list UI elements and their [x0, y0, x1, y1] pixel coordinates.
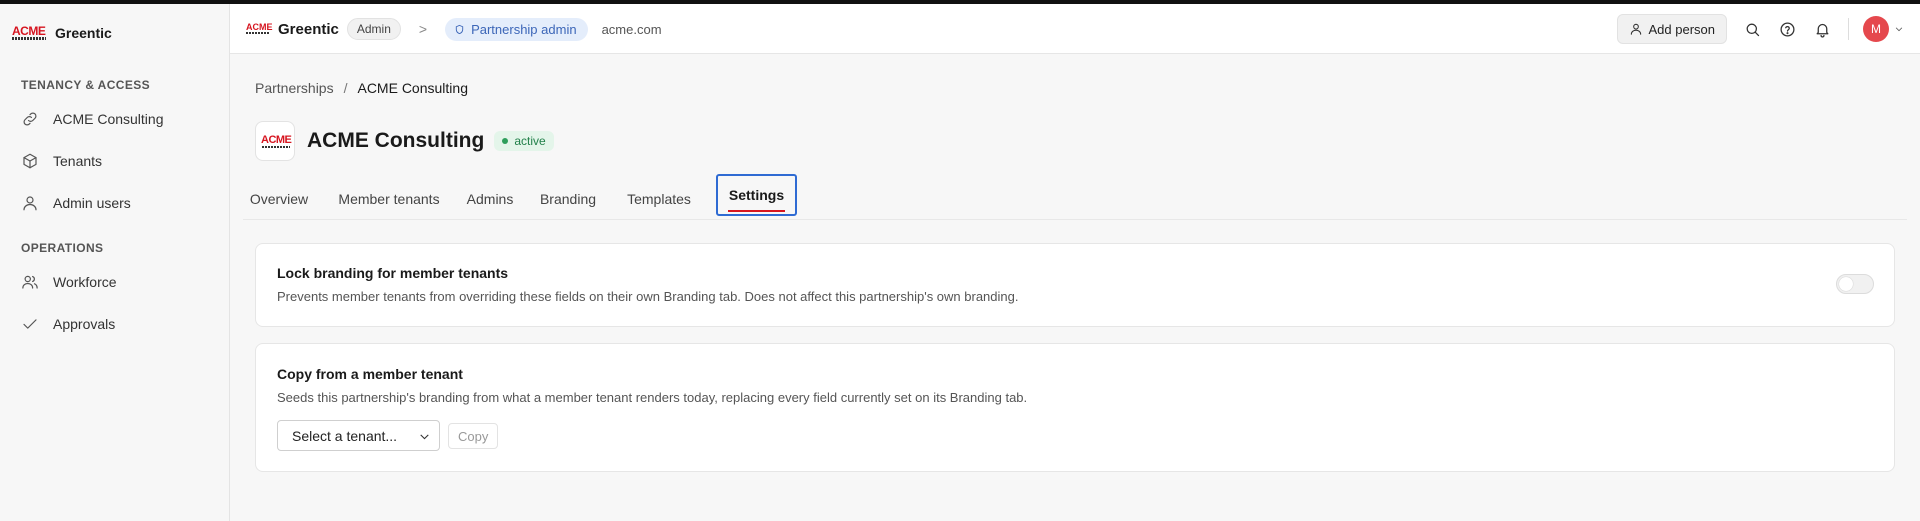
add-person-button[interactable]: Add person [1616, 14, 1727, 44]
logo-text: ACME [261, 134, 292, 146]
page-title: ACME Consulting [307, 129, 485, 152]
breadcrumb: Partnerships / ACME Consulting [255, 80, 468, 96]
header-acme-logo[interactable]: ACME [246, 22, 273, 36]
add-person-label: Add person [1648, 21, 1716, 37]
shield-icon [455, 24, 464, 34]
tab-branding[interactable]: Branding [533, 180, 603, 217]
link-icon [23, 112, 37, 126]
copy-tenant-description: Seeds this partnership's branding from w… [277, 390, 1028, 405]
cube-icon [23, 153, 37, 169]
status-dot-icon [502, 138, 509, 144]
breadcrumb-separator: / [343, 80, 348, 96]
chevron-right-icon: > [418, 21, 428, 37]
search-icon [1746, 23, 1759, 36]
help-icon [1779, 21, 1795, 37]
sidebar-item-label: Admin users [53, 195, 131, 211]
page-header: ACME ACME Consulting active [255, 121, 554, 161]
tab-admins[interactable]: Admins [460, 180, 520, 217]
role-pill[interactable]: Admin [346, 18, 401, 40]
sidebar-item-label: Approvals [53, 316, 116, 332]
sidebar-brand[interactable]: ACME Greentic [12, 24, 112, 42]
breadcrumb-current: ACME Consulting [357, 80, 468, 96]
breadcrumb-partnerships[interactable]: Partnerships [255, 80, 334, 96]
toggle-knob [1839, 277, 1853, 291]
brand-name: Greentic [55, 25, 112, 41]
status-badge: active [494, 131, 554, 151]
lock-branding-title: Lock branding for member tenants [277, 265, 509, 281]
users-icon [22, 275, 38, 289]
chevron-down-icon[interactable] [1894, 24, 1904, 34]
lock-branding-description: Prevents member tenants from overriding … [277, 289, 1019, 304]
nav-section-tenancy: TENANCY & ACCESS [21, 78, 151, 92]
bell-icon [1816, 23, 1828, 38]
status-label: active [514, 134, 546, 148]
tab-bar: Overview Member tenants Admins Branding … [243, 174, 1907, 220]
lock-branding-card: Lock branding for member tenants Prevent… [255, 243, 1895, 327]
avatar[interactable]: M [1863, 16, 1889, 42]
sidebar-item-workforce[interactable]: Workforce [21, 269, 117, 295]
acme-logo: ACME [12, 24, 46, 42]
tab-settings[interactable]: Settings [716, 174, 797, 216]
sidebar-item-approvals[interactable]: Approvals [21, 311, 115, 337]
tab-member-tenants[interactable]: Member tenants [330, 180, 448, 217]
tenant-select-value: Select a tenant... [292, 427, 398, 444]
app-name[interactable]: Greentic [278, 21, 339, 38]
sidebar: ACME Greentic TENANCY & ACCESS ACME Cons… [0, 4, 230, 521]
top-header: ACME Greentic Admin > Partnership admin … [230, 4, 1920, 54]
user-icon [23, 196, 37, 211]
org-logo: ACME [255, 121, 295, 161]
sidebar-item-tenants[interactable]: Tenants [21, 148, 102, 174]
domain-label: acme.com [601, 21, 662, 37]
context-pill[interactable]: Partnership admin [445, 17, 588, 41]
chevron-down-icon [420, 434, 429, 440]
header-divider [1848, 18, 1849, 40]
lock-branding-toggle[interactable] [1836, 274, 1874, 294]
user-icon [1630, 23, 1641, 35]
notifications-button[interactable] [1811, 18, 1833, 40]
sidebar-item-label: ACME Consulting [53, 111, 164, 127]
copy-button[interactable]: Copy [448, 423, 499, 449]
tab-overview[interactable]: Overview [243, 180, 315, 217]
search-button[interactable] [1741, 18, 1763, 40]
sidebar-item-label: Workforce [53, 274, 117, 290]
help-button[interactable] [1776, 18, 1798, 40]
copy-tenant-card: Copy from a member tenant Seeds this par… [255, 343, 1895, 472]
check-icon [23, 319, 37, 329]
sidebar-item-label: Tenants [53, 153, 103, 169]
logo-text: ACME [12, 24, 46, 38]
sidebar-item-acme-consulting[interactable]: ACME Consulting [21, 106, 164, 132]
logo-text: ACME [246, 22, 273, 32]
copy-tenant-title: Copy from a member tenant [277, 366, 463, 382]
sidebar-item-admin-users[interactable]: Admin users [21, 190, 131, 216]
nav-section-operations: OPERATIONS [21, 241, 104, 255]
context-pill-label: Partnership admin [471, 21, 577, 37]
main-content: Partnerships / ACME Consulting ACME ACME… [230, 54, 1920, 521]
tenant-select[interactable]: Select a tenant... [277, 420, 440, 451]
tab-templates[interactable]: Templates [619, 180, 699, 217]
